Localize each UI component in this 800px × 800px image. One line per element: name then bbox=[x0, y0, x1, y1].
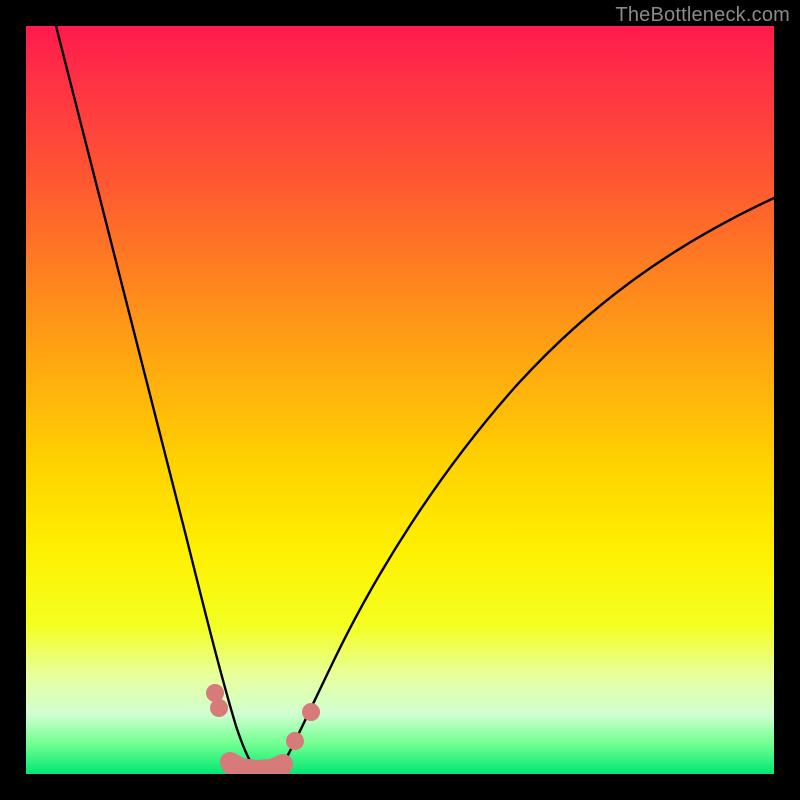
right-curve bbox=[278, 198, 774, 772]
valley-end-cap bbox=[273, 754, 293, 774]
valley-end-cap bbox=[220, 752, 240, 772]
left-curve bbox=[56, 26, 258, 772]
data-point bbox=[286, 732, 304, 750]
data-point bbox=[210, 699, 228, 717]
plot-area bbox=[26, 26, 774, 774]
chart-canvas bbox=[26, 26, 774, 774]
data-point bbox=[302, 703, 320, 721]
chart-frame: TheBottleneck.com bbox=[0, 0, 800, 800]
watermark-text: TheBottleneck.com bbox=[615, 4, 790, 27]
